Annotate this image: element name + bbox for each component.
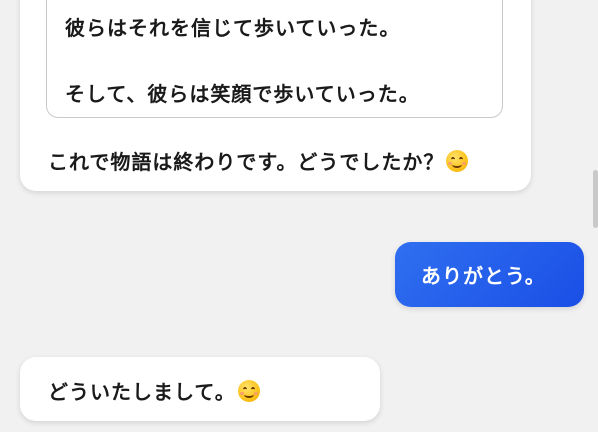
message-text: ありがとう。 bbox=[421, 264, 546, 288]
user-message-bubble: ありがとう。 bbox=[395, 242, 584, 307]
message-text-content: これで物語は終わりです。どうでしたか？ bbox=[48, 150, 445, 174]
message-text-content: どういたしまして。 bbox=[48, 380, 236, 404]
quote-line: 彼らはそれを信じて歩いていった。 bbox=[65, 16, 401, 40]
message-text: どういたしまして。 bbox=[48, 376, 260, 405]
quoted-story-block: 彼らはそれを信じて歩いていった。 そして、彼らは笑顔で歩いていった。 bbox=[46, 0, 503, 118]
quote-line: そして、彼らは笑顔で歩いていった。 bbox=[65, 82, 420, 106]
chat-scrollbar[interactable] bbox=[593, 170, 598, 228]
assistant-message-bubble: どういたしまして。 bbox=[20, 357, 380, 421]
smiling-face-icon bbox=[237, 380, 260, 402]
message-text: これで物語は終わりです。どうでしたか？ bbox=[48, 146, 469, 175]
assistant-message-bubble: 彼らはそれを信じて歩いていった。 そして、彼らは笑顔で歩いていった。 これで物語… bbox=[20, 0, 531, 191]
smiling-face-icon bbox=[446, 150, 469, 172]
